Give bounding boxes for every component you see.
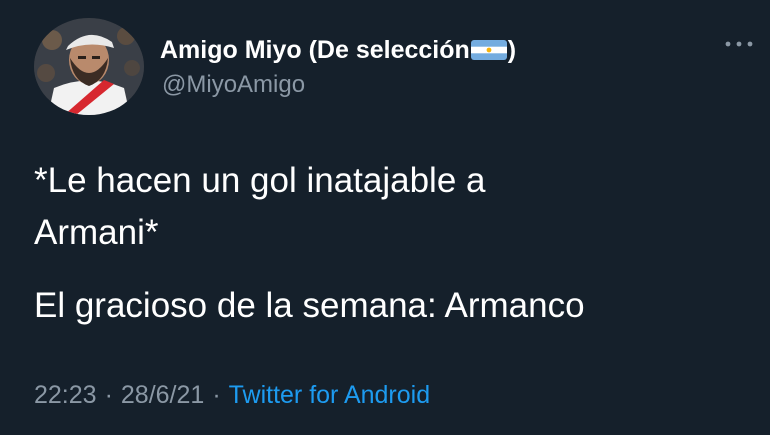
tweet-text-line-3: El gracioso de la semana: Armanco (34, 286, 585, 325)
tweet-time[interactable]: 22:23 (34, 381, 97, 409)
author-handle[interactable]: @MiyoAmigo (162, 72, 305, 98)
argentina-flag-icon (470, 38, 507, 60)
display-name-text: Amigo Miyo (De selección (160, 36, 470, 64)
display-name-suffix: ) (507, 36, 517, 64)
avatar-image (34, 18, 144, 115)
meta-separator: · (104, 381, 113, 409)
tweet-text-line-1: *Le hacen un gol inatajable a (34, 161, 486, 200)
meta-separator: · (212, 381, 221, 409)
tweet-card: Amigo Miyo (De selección) @MiyoAmigo *Le… (0, 0, 770, 435)
more-options-button[interactable] (722, 34, 758, 54)
tweet-text-line-2: Armani* (34, 213, 159, 252)
author-display-name[interactable]: Amigo Miyo (De selección) (160, 36, 516, 64)
tweet-source-link[interactable]: Twitter for Android (229, 381, 430, 409)
tweet-date[interactable]: 28/6/21 (121, 381, 204, 409)
avatar[interactable] (34, 18, 144, 115)
more-dots-icon (725, 41, 753, 47)
tweet-meta: 22:23 · 28/6/21 · Twitter for Android (34, 380, 430, 410)
